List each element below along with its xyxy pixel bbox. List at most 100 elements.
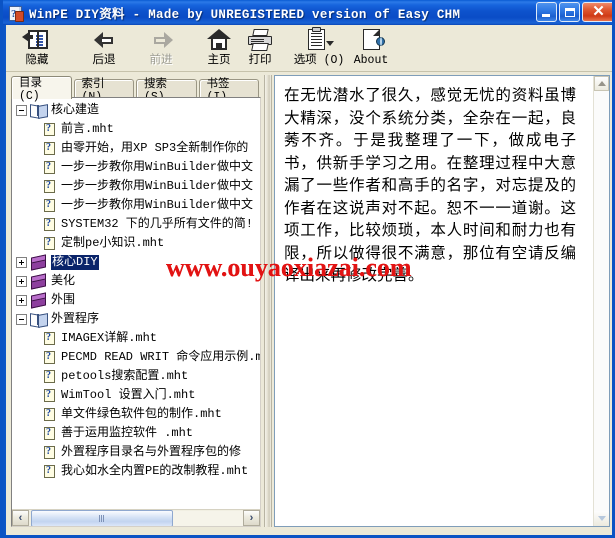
horizontal-scrollbar[interactable]: ‹ ›: [12, 509, 260, 526]
tree-item[interactable]: 外围: [12, 291, 260, 310]
page-help-icon: ?: [43, 179, 57, 194]
page-help-icon: ?: [43, 388, 57, 403]
toolbar-button-forward[interactable]: 前进: [136, 26, 186, 70]
tree-item[interactable]: 外置程序: [12, 310, 260, 329]
scroll-right-button[interactable]: ›: [243, 510, 260, 526]
tree-item-label: SYSTEM32 下的几乎所有文件的简!: [61, 217, 254, 231]
page-help-icon: ?: [43, 331, 57, 346]
contents-tree[interactable]: 核心建造? 前言.mht? 由零开始，用XP SP3全新制作你的? 一步一步教你用Wi…: [11, 97, 261, 527]
toolbar-label: About: [353, 54, 389, 67]
tab-index[interactable]: 索引 (N): [73, 78, 134, 104]
content-pane: 在无忧潜水了很久，感觉无忧的资料虽博大精深，没个系统分类，全杂在一起，良莠不齐。…: [274, 75, 610, 527]
content-body-text: 在无忧潜水了很久，感觉无忧的资料虽博大精深，没个系统分类，全杂在一起，良莠不齐。…: [284, 86, 576, 284]
hide-panel-icon: [21, 28, 53, 54]
tab-label: 目录 (C): [19, 76, 42, 103]
tree-item-label: 核心建造: [51, 103, 100, 117]
page-help-icon: ?: [43, 236, 57, 251]
window-title: WinPE DIY资料 - Made by UNREGISTERED versi…: [29, 8, 461, 22]
tree-item[interactable]: ? 定制pe小知识.mht: [12, 234, 260, 253]
tree-item-label: 外置程序: [51, 312, 100, 326]
tree-item[interactable]: ? 一步一步教你用WinBuilder做中文: [12, 177, 260, 196]
tab-search[interactable]: 搜索 (S): [136, 78, 197, 104]
pane-splitter[interactable]: [264, 75, 272, 527]
scroll-up-button[interactable]: [594, 76, 609, 91]
closed-book-icon: [30, 254, 47, 271]
home-icon: [203, 28, 235, 54]
tree-item[interactable]: ? 单文件绿色软件包的制作.mht: [12, 405, 260, 424]
toolbar-button-about[interactable]: About: [341, 26, 401, 70]
close-button[interactable]: ✕: [582, 2, 612, 22]
about-icon: [355, 28, 387, 54]
tree-item[interactable]: 美化: [12, 272, 260, 291]
tab-bookmarks[interactable]: 书签 (I): [198, 78, 259, 104]
page-help-icon: ?: [43, 407, 57, 422]
forward-arrow-icon: [145, 28, 177, 54]
page-help-icon: ?: [43, 217, 57, 232]
collapse-icon[interactable]: [16, 105, 27, 116]
title-bar[interactable]: ? WinPE DIY资料 - Made by UNREGISTERED ver…: [3, 0, 612, 25]
chm-help-icon: ?: [7, 5, 24, 22]
tree-item-label: 由零开始，用XP SP3全新制作你的: [61, 141, 249, 155]
toolbar-label: 后退: [92, 54, 116, 67]
navigation-panel: 目录 (C) 索引 (N) 搜索 (S) 书签 (I) 核心建造 ? 前言.mht?…: [11, 75, 261, 527]
collapse-icon[interactable]: [16, 314, 27, 325]
toolbar-label: 主页: [207, 54, 231, 67]
tree-item[interactable]: ? IMAGEX详解.mht: [12, 329, 260, 348]
tree-item[interactable]: ? 一步一步教你用WinBuilder做中文: [12, 196, 260, 215]
tree-item[interactable]: ? 我心如水全内置PE的改制教程.mht: [12, 462, 260, 481]
tree-item-label: 一步一步教你用WinBuilder做中文: [61, 198, 254, 212]
nav-tabs: 目录 (C) 索引 (N) 搜索 (S) 书签 (I): [11, 75, 261, 104]
tree-item[interactable]: ? 由零开始，用XP SP3全新制作你的: [12, 139, 260, 158]
toolbar-button-back[interactable]: 后退: [79, 26, 129, 70]
toolbar-button-options[interactable]: 选项 (O): [289, 26, 349, 70]
tree-item[interactable]: ? 外置程序目录名与外置程序包的修: [12, 443, 260, 462]
tree-item-label: WimTool 设置入门.mht: [61, 388, 196, 402]
printer-icon: [244, 28, 276, 54]
back-arrow-icon: [88, 28, 120, 54]
toolbar-button-print[interactable]: 打印: [235, 26, 285, 70]
tree-item[interactable]: ? 善于运用监控软件 .mht: [12, 424, 260, 443]
page-help-icon: ?: [43, 122, 57, 137]
scroll-track-horizontal[interactable]: [173, 510, 243, 526]
page-help-icon: ?: [43, 350, 57, 365]
scroll-down-button[interactable]: [594, 511, 609, 526]
vertical-scrollbar[interactable]: [593, 76, 609, 526]
tree-item-label: petools搜索配置.mht: [61, 369, 189, 383]
tree-item[interactable]: ? SYSTEM32 下的几乎所有文件的简!: [12, 215, 260, 234]
expand-icon[interactable]: [16, 295, 27, 306]
tree-items: 核心建造? 前言.mht? 由零开始，用XP SP3全新制作你的? 一步一步教你用Wi…: [12, 98, 260, 508]
expand-icon[interactable]: [16, 276, 27, 287]
expand-icon[interactable]: [16, 257, 27, 268]
toolbar-label: 选项 (O): [293, 54, 345, 67]
tab-contents[interactable]: 目录 (C): [11, 76, 72, 103]
scroll-left-button[interactable]: ‹: [12, 510, 29, 526]
application-window: ? WinPE DIY资料 - Made by UNREGISTERED ver…: [0, 0, 615, 538]
page-help-icon: ?: [43, 426, 57, 441]
tree-item-label: IMAGEX详解.mht: [61, 331, 158, 345]
tree-item-label: 一步一步教你用WinBuilder做中文: [61, 160, 254, 174]
open-book-icon: [30, 312, 48, 328]
tree-item[interactable]: 核心DIY: [12, 253, 260, 272]
tree-item[interactable]: ? PECMD READ WRIT 命令应用示例.m: [12, 348, 260, 367]
tree-item[interactable]: ? 前言.mht: [12, 120, 260, 139]
tree-item[interactable]: 核心建造: [12, 101, 260, 120]
minimize-button[interactable]: [536, 2, 557, 22]
client-area: 目录 (C) 索引 (N) 搜索 (S) 书签 (I) 核心建造 ? 前言.mht?…: [6, 72, 612, 535]
toolbar-button-hide[interactable]: 隐藏: [12, 26, 62, 70]
tree-item-label: 我心如水全内置PE的改制教程.mht: [61, 464, 249, 478]
maximize-button[interactable]: [559, 2, 580, 22]
tree-item[interactable]: ? 一步一步教你用WinBuilder做中文: [12, 158, 260, 177]
tree-item-label: 外置程序目录名与外置程序包的修: [61, 445, 242, 459]
tree-item[interactable]: ? petools搜索配置.mht: [12, 367, 260, 386]
toolbar: 隐藏 后退 前进 主页 打印 选项 (O) About: [6, 25, 612, 72]
tree-item-label: 外围: [51, 293, 76, 307]
tree-item-label: 定制pe小知识.mht: [61, 236, 165, 250]
closed-book-icon: [30, 292, 47, 309]
open-book-icon: [30, 103, 48, 119]
tree-item[interactable]: ? WimTool 设置入门.mht: [12, 386, 260, 405]
toolbar-label: 打印: [248, 54, 272, 67]
scroll-thumb-horizontal[interactable]: [31, 509, 173, 526]
tree-item-label: 一步一步教你用WinBuilder做中文: [61, 179, 254, 193]
window-controls: ✕: [536, 2, 612, 22]
page-help-icon: ?: [43, 369, 57, 384]
